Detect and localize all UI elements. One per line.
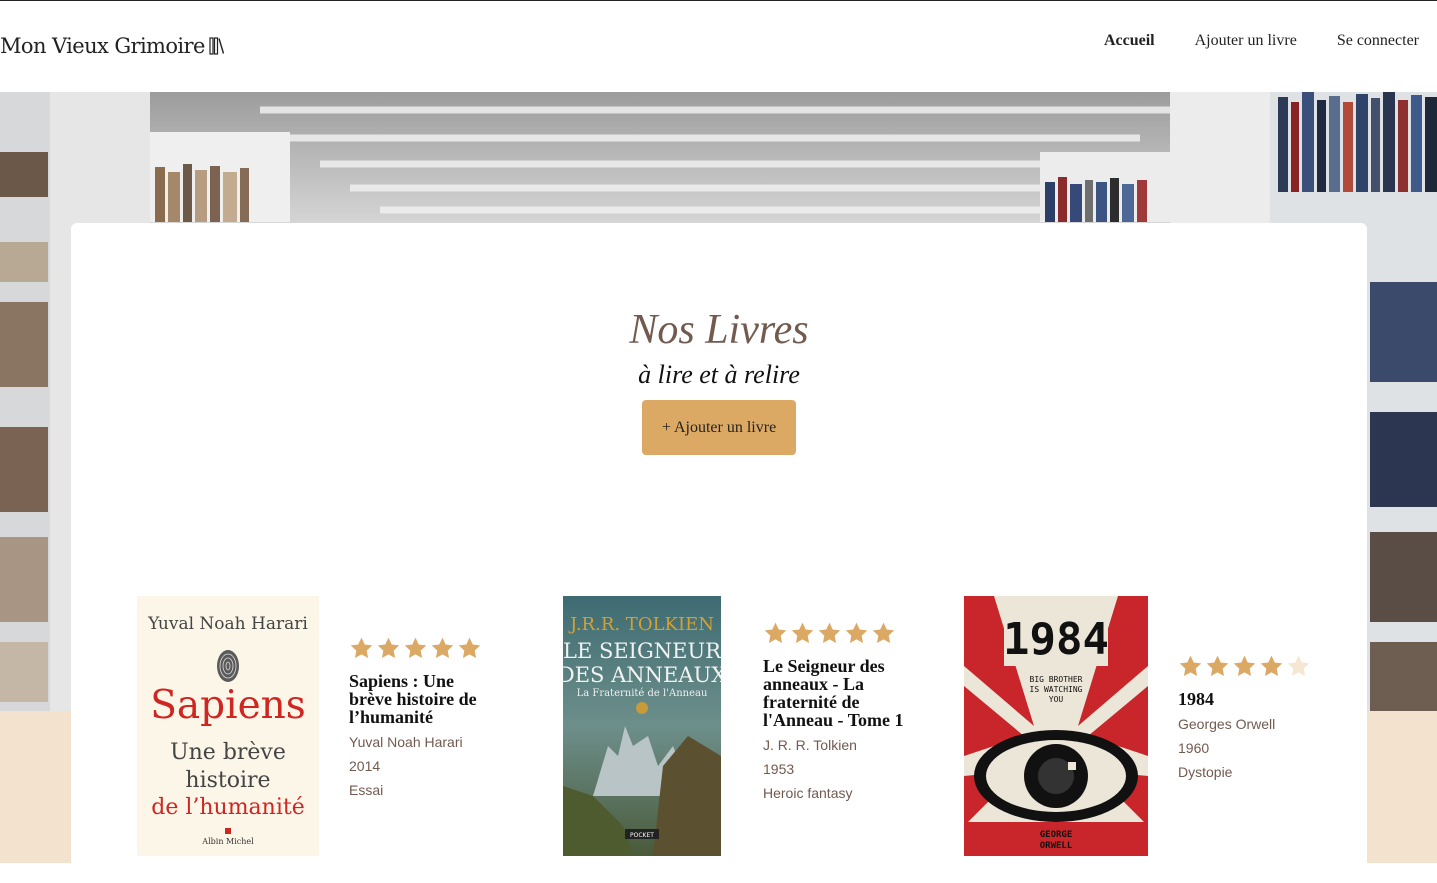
book-genre: Essai [349, 782, 384, 798]
svg-text:LE SEIGNEUR: LE SEIGNEUR [563, 639, 721, 663]
nav-se-connecter[interactable]: Se connecter [1337, 32, 1419, 50]
svg-text:Yuval Noah Harari: Yuval Noah Harari [147, 614, 308, 634]
star-filled-icon [431, 637, 454, 658]
book-cover-sapiens[interactable]: Yuval Noah Harari Sapiens Une brève hist… [137, 596, 319, 856]
book-title: Sapiens : Une brève histoire de l’humani… [349, 671, 477, 727]
book-author: Georges Orwell [1178, 716, 1276, 732]
page-subtitle: à lire et à relire [638, 360, 800, 389]
star-filled-icon [1233, 655, 1256, 676]
page-title: Nos Livres [629, 307, 809, 353]
book-author: J. R. R. Tolkien [763, 737, 857, 753]
rating-stars [763, 621, 913, 647]
books-logo-icon [209, 37, 224, 55]
star-filled-icon [818, 622, 841, 643]
book-title: Le Seigneur des anneaux - La fraternité … [763, 656, 904, 730]
book-cover-seigneur-des-anneaux[interactable]: J.R.R. TOLKIEN LE SEIGNEUR DES ANNEAUX L… [563, 596, 721, 856]
book-cover-1984[interactable]: 1984 BIG BROTHER IS WATCHING YOU GEORGE … [964, 596, 1148, 856]
sapiens-cover-art: Yuval Noah Harari Sapiens Une brève hist… [147, 614, 308, 846]
nav-ajouter-livre[interactable]: Ajouter un livre [1195, 32, 1297, 50]
svg-text:GEORGE: GEORGE [1040, 830, 1073, 840]
svg-text:IS WATCHING: IS WATCHING [1030, 685, 1083, 694]
star-filled-icon [791, 622, 814, 643]
svg-text:Une brève: Une brève [170, 740, 286, 765]
svg-text:DES ANNEAUX: DES ANNEAUX [563, 663, 721, 687]
star-filled-icon [764, 622, 787, 643]
book-title: 1984 [1178, 689, 1214, 709]
svg-text:de l’humanité: de l’humanité [151, 795, 305, 820]
main-nav: Accueil Ajouter un livre Se connecter [1104, 32, 1419, 50]
star-filled-icon [1179, 655, 1202, 676]
star-filled-icon [1260, 655, 1283, 676]
star-empty-icon [1287, 655, 1310, 676]
svg-text:YOU: YOU [1049, 695, 1064, 704]
star-filled-icon [458, 637, 481, 658]
svg-text:POCKET: POCKET [630, 832, 654, 839]
svg-text:ORWELL: ORWELL [1040, 841, 1073, 851]
book-genre: Heroic fantasy [763, 785, 853, 801]
books-card: Nos Livres à lire et à relire + Ajouter … [71, 223, 1367, 883]
star-filled-icon [1206, 655, 1229, 676]
star-filled-icon [845, 622, 868, 643]
svg-text:Albin Michel: Albin Michel [201, 837, 254, 846]
site-logo[interactable]: Mon Vieux Grimoire [0, 34, 225, 58]
book-genre: Dystopie [1178, 764, 1233, 780]
nav-accueil[interactable]: Accueil [1104, 32, 1155, 50]
1984-cover-art: 1984 BIG BROTHER IS WATCHING YOU GEORGE … [964, 596, 1148, 856]
book-year: 1960 [1178, 740, 1210, 756]
star-filled-icon [404, 637, 427, 658]
book-year: 1953 [763, 761, 795, 777]
rating-stars [349, 636, 499, 662]
rating-stars [1178, 654, 1328, 680]
tolkien-cover-art: J.R.R. TOLKIEN LE SEIGNEUR DES ANNEAUX L… [563, 596, 721, 856]
logo-text: Mon Vieux Grimoire [0, 34, 205, 58]
svg-text:Sapiens: Sapiens [150, 683, 306, 728]
svg-text:histoire: histoire [185, 768, 270, 793]
svg-text:La Fraternité de l'Anneau: La Fraternité de l'Anneau [577, 688, 708, 699]
add-book-button[interactable]: + Ajouter un livre [642, 400, 796, 455]
book-author: Yuval Noah Harari [349, 734, 463, 750]
svg-text:BIG BROTHER: BIG BROTHER [1030, 675, 1083, 684]
site-header: Mon Vieux Grimoire Accueil Ajouter un li… [0, 1, 1437, 92]
star-filled-icon [377, 637, 400, 658]
star-filled-icon [872, 622, 895, 643]
star-filled-icon [350, 637, 373, 658]
book-year: 2014 [349, 758, 381, 774]
svg-text:J.R.R. TOLKIEN: J.R.R. TOLKIEN [568, 614, 714, 635]
svg-text:1984: 1984 [1003, 614, 1109, 665]
